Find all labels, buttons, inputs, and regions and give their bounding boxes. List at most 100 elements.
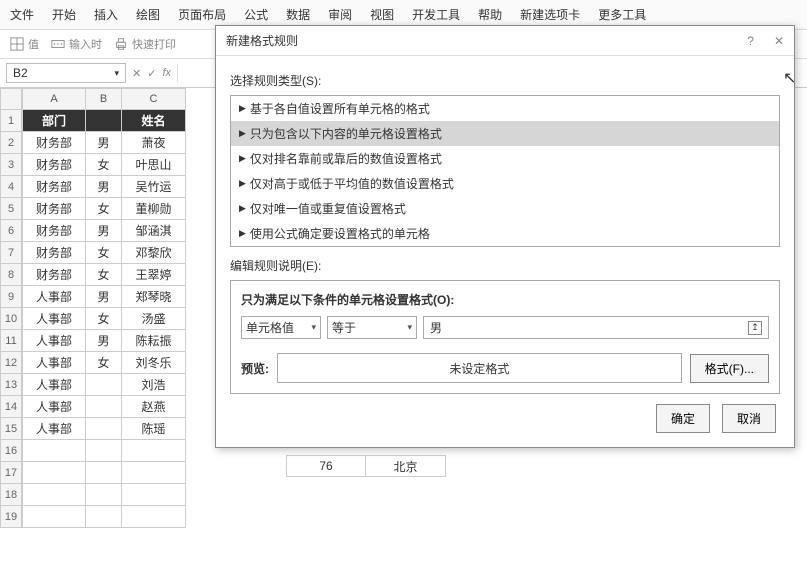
cell[interactable]: 财务部 bbox=[22, 176, 86, 198]
menu-new-tab[interactable]: 新建选项卡 bbox=[520, 6, 580, 23]
rule-type-item[interactable]: ▶仅对排名靠前或靠后的数值设置格式 bbox=[231, 146, 779, 171]
cell[interactable]: 陈瑶 bbox=[122, 418, 186, 440]
cell[interactable] bbox=[86, 440, 122, 462]
menu-draw[interactable]: 绘图 bbox=[136, 6, 160, 23]
cell[interactable]: 人事部 bbox=[22, 396, 86, 418]
cancel-button[interactable]: 取消 bbox=[722, 404, 776, 433]
name-box[interactable]: B2 ▾ bbox=[6, 63, 126, 83]
rule-type-item[interactable]: ▶基于各自值设置所有单元格的格式 bbox=[231, 96, 779, 121]
cell[interactable]: 人事部 bbox=[22, 308, 86, 330]
cell[interactable] bbox=[86, 462, 122, 484]
cell[interactable]: 萧夜 bbox=[122, 132, 186, 154]
cell[interactable] bbox=[86, 374, 122, 396]
row-header[interactable]: 10 bbox=[0, 308, 22, 330]
cell[interactable] bbox=[86, 418, 122, 440]
menu-developer[interactable]: 开发工具 bbox=[412, 6, 460, 23]
accept-formula-icon[interactable]: ✓ bbox=[147, 67, 156, 80]
cell[interactable]: 人事部 bbox=[22, 330, 86, 352]
cell[interactable]: 女 bbox=[86, 242, 122, 264]
menu-view[interactable]: 视图 bbox=[370, 6, 394, 23]
cell[interactable] bbox=[86, 396, 122, 418]
row-header[interactable]: 7 bbox=[0, 242, 22, 264]
format-button[interactable]: 格式(F)... bbox=[690, 354, 769, 383]
fx-icon[interactable]: fx bbox=[162, 67, 171, 80]
row-header[interactable]: 18 bbox=[0, 484, 22, 506]
col-header[interactable]: B bbox=[86, 88, 122, 110]
cell[interactable]: 邓黎欣 bbox=[122, 242, 186, 264]
menu-file[interactable]: 文件 bbox=[10, 6, 34, 23]
header-cell[interactable] bbox=[86, 110, 122, 132]
col-header[interactable]: C bbox=[122, 88, 186, 110]
cell[interactable] bbox=[122, 506, 186, 528]
cell[interactable] bbox=[86, 484, 122, 506]
cell[interactable]: 王翠婷 bbox=[122, 264, 186, 286]
rule-type-item[interactable]: ▶只为包含以下内容的单元格设置格式 bbox=[231, 121, 779, 146]
cell[interactable] bbox=[22, 484, 86, 506]
header-cell[interactable]: 部门 bbox=[22, 110, 86, 132]
menu-insert[interactable]: 插入 bbox=[94, 6, 118, 23]
cell[interactable]: 财务部 bbox=[22, 242, 86, 264]
cell[interactable]: 刘浩 bbox=[122, 374, 186, 396]
row-header[interactable]: 12 bbox=[0, 352, 22, 374]
cell[interactable]: 女 bbox=[86, 198, 122, 220]
cell[interactable] bbox=[122, 440, 186, 462]
row-header[interactable]: 6 bbox=[0, 220, 22, 242]
cell[interactable]: 人事部 bbox=[22, 418, 86, 440]
cell[interactable] bbox=[22, 440, 86, 462]
cell[interactable]: 邹涵淇 bbox=[122, 220, 186, 242]
tool-input[interactable]: 输入时 bbox=[51, 36, 102, 52]
cell[interactable]: 北京 bbox=[366, 455, 446, 477]
help-icon[interactable]: ? bbox=[747, 34, 754, 48]
menu-help[interactable]: 帮助 bbox=[478, 6, 502, 23]
cell[interactable]: 男 bbox=[86, 176, 122, 198]
menu-review[interactable]: 审阅 bbox=[328, 6, 352, 23]
condition-value-input[interactable]: 男 ↥ bbox=[423, 316, 769, 339]
menu-data[interactable]: 数据 bbox=[286, 6, 310, 23]
cell[interactable]: 女 bbox=[86, 352, 122, 374]
cell[interactable]: 男 bbox=[86, 286, 122, 308]
menu-page-layout[interactable]: 页面布局 bbox=[178, 6, 226, 23]
row-header[interactable]: 4 bbox=[0, 176, 22, 198]
menu-more-tools[interactable]: 更多工具 bbox=[598, 6, 646, 23]
cell[interactable]: 76 bbox=[286, 455, 366, 477]
row-header[interactable]: 2 bbox=[0, 132, 22, 154]
cell[interactable]: 财务部 bbox=[22, 220, 86, 242]
range-select-icon[interactable]: ↥ bbox=[748, 321, 762, 335]
cell[interactable]: 郑琴晓 bbox=[122, 286, 186, 308]
cell[interactable]: 男 bbox=[86, 132, 122, 154]
cancel-formula-icon[interactable]: ✕ bbox=[132, 67, 141, 80]
cell[interactable]: 人事部 bbox=[22, 374, 86, 396]
row-header[interactable]: 14 bbox=[0, 396, 22, 418]
menu-formulas[interactable]: 公式 bbox=[244, 6, 268, 23]
cell[interactable]: 财务部 bbox=[22, 198, 86, 220]
row-header[interactable]: 16 bbox=[0, 440, 22, 462]
condition-target-combo[interactable]: 单元格值▾ bbox=[241, 316, 321, 339]
ok-button[interactable]: 确定 bbox=[656, 404, 710, 433]
cell[interactable]: 人事部 bbox=[22, 286, 86, 308]
cell[interactable]: 财务部 bbox=[22, 264, 86, 286]
row-header[interactable]: 15 bbox=[0, 418, 22, 440]
cell[interactable]: 女 bbox=[86, 308, 122, 330]
menu-home[interactable]: 开始 bbox=[52, 6, 76, 23]
close-icon[interactable]: ✕ bbox=[774, 34, 784, 48]
select-all-corner[interactable] bbox=[0, 88, 22, 110]
cell[interactable]: 财务部 bbox=[22, 132, 86, 154]
header-cell[interactable]: 姓名 bbox=[122, 110, 186, 132]
row-header[interactable]: 13 bbox=[0, 374, 22, 396]
cell[interactable]: 人事部 bbox=[22, 352, 86, 374]
row-header[interactable]: 19 bbox=[0, 506, 22, 528]
row-header[interactable]: 9 bbox=[0, 286, 22, 308]
cell[interactable]: 男 bbox=[86, 220, 122, 242]
row-header[interactable]: 3 bbox=[0, 154, 22, 176]
col-header[interactable]: A bbox=[22, 88, 86, 110]
cell[interactable] bbox=[22, 506, 86, 528]
rule-type-item[interactable]: ▶仅对唯一值或重复值设置格式 bbox=[231, 196, 779, 221]
cell[interactable] bbox=[86, 506, 122, 528]
cell[interactable] bbox=[122, 462, 186, 484]
row-header[interactable]: 5 bbox=[0, 198, 22, 220]
cell[interactable]: 男 bbox=[86, 330, 122, 352]
cell[interactable]: 女 bbox=[86, 154, 122, 176]
rule-type-item[interactable]: ▶仅对高于或低于平均值的数值设置格式 bbox=[231, 171, 779, 196]
row-header[interactable]: 11 bbox=[0, 330, 22, 352]
cell[interactable]: 刘冬乐 bbox=[122, 352, 186, 374]
